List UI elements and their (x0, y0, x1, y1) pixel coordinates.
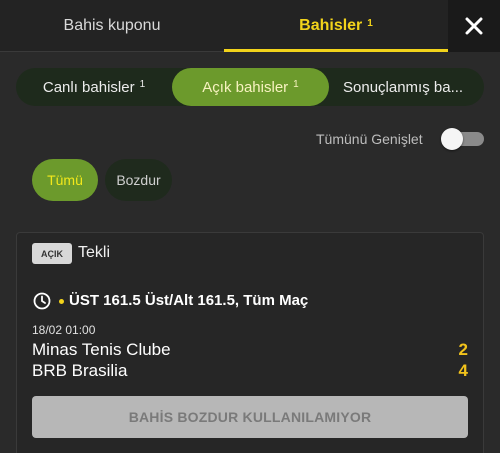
segment-settled-bets-label: Sonuçlanmış ba... (343, 78, 464, 96)
tab-bet-slip-label: Bahis kuponu (63, 17, 161, 34)
filter-cashout-chip[interactable]: Bozdur (105, 159, 172, 201)
clock-icon (33, 292, 51, 310)
close-button[interactable] (448, 0, 500, 52)
segment-open-bets[interactable]: Açık bahisler 1 (172, 68, 329, 106)
bet-type: Tekli (78, 244, 111, 261)
bet-market: ÜST 161.5 Üst/Alt 161.5, Tüm Maç (69, 292, 309, 309)
filter-cashout-label: Bozdur (116, 172, 161, 188)
event-datetime: 18/02 01:00 (32, 323, 96, 337)
live-dot (59, 299, 64, 304)
tab-bet-slip[interactable]: Bahis kuponu (0, 0, 224, 52)
expand-all-toggle[interactable] (441, 128, 484, 150)
team-home-name: Minas Tenis Clube (32, 340, 171, 359)
expand-all-label: Tümünü Genişlet (316, 131, 423, 147)
segment-open-bets-label: Açık bahisler (202, 78, 289, 96)
tab-my-bets-count: 1 (367, 17, 373, 29)
filter-all-chip[interactable]: Tümü (32, 159, 98, 201)
tab-my-bets-label: Bahisler (299, 17, 363, 34)
bet-status-segmented-control: Canlı bahisler 1 Açık bahisler 1 Sonuçla… (16, 68, 484, 106)
segment-live-bets-count: 1 (139, 78, 146, 90)
segment-live-bets-label: Canlı bahisler (42, 78, 135, 96)
toggle-knob (441, 128, 463, 150)
team-away-score: 4 (458, 361, 468, 380)
team-home-score: 2 (458, 340, 468, 359)
segment-open-bets-count: 1 (293, 78, 299, 90)
segment-settled-bets[interactable]: Sonuçlanmış ba... (329, 68, 484, 106)
team-away-name: BRB Brasilia (32, 361, 128, 380)
close-icon (465, 17, 483, 35)
top-tab-bar: Bahis kuponu Bahisler 1 (0, 0, 500, 52)
segment-live-bets[interactable]: Canlı bahisler 1 (16, 68, 172, 106)
active-tab-indicator (224, 49, 448, 52)
filter-all-label: Tümü (47, 172, 83, 188)
status-badge: AÇIK (32, 243, 72, 264)
tab-my-bets[interactable]: Bahisler 1 (224, 0, 448, 52)
cashout-button[interactable]: BAHİS BOZDUR KULLANILAMIYOR (32, 396, 468, 438)
cashout-button-label: BAHİS BOZDUR KULLANILAMIYOR (128, 409, 372, 425)
